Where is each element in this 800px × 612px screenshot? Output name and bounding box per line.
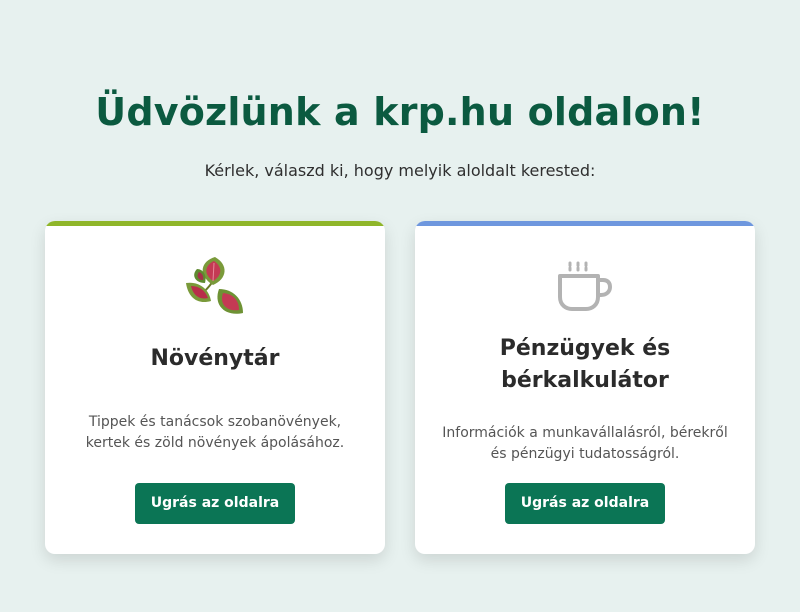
page-subtitle: Kérlek, válaszd ki, hogy melyik aloldalt… — [204, 161, 596, 180]
card-title: Növénytár — [150, 346, 280, 371]
goto-penzugyek-button[interactable]: Ugrás az oldalra — [505, 483, 665, 524]
card-accent-bar — [415, 221, 755, 226]
card-title: Pénzügyek és bérkalkulátor — [499, 336, 671, 393]
card-accent-bar — [45, 221, 385, 226]
page-title: Üdvözlünk a krp.hu oldalon! — [95, 90, 705, 134]
card-penzugyek: Pénzügyek és bérkalkulátor Információk a… — [415, 221, 755, 554]
coleus-plant-icon — [186, 257, 243, 314]
card-description: Információk a munkavállalásról, bérekről… — [442, 425, 728, 462]
goto-novenytar-button[interactable]: Ugrás az oldalra — [135, 483, 295, 524]
page: Üdvözlünk a krp.hu oldalon! Kérlek, vála… — [0, 0, 800, 612]
card-novenytar: Növénytár Tippek és tanácsok szobanövény… — [45, 221, 385, 554]
card-description: Tippek és tanácsok szobanövények, kertek… — [85, 414, 345, 451]
coffee-cup-icon — [558, 261, 612, 311]
